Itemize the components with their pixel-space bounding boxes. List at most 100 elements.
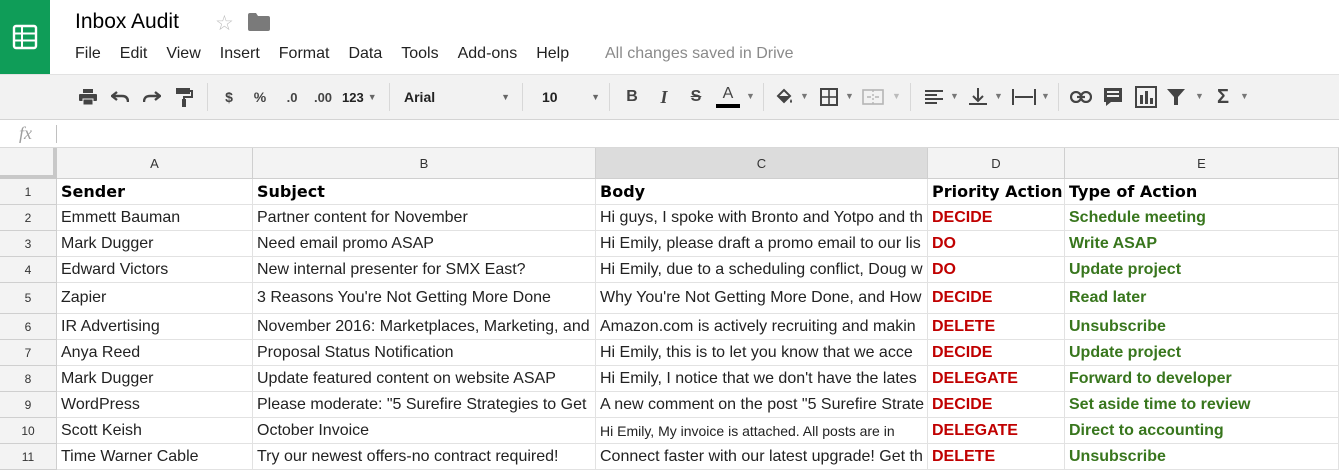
cell-priority-action[interactable]: DELEGATE bbox=[928, 418, 1065, 444]
column-header-e[interactable]: E bbox=[1065, 148, 1339, 179]
star-icon[interactable]: ☆ bbox=[215, 11, 234, 36]
undo-icon[interactable] bbox=[108, 75, 132, 119]
redo-icon[interactable] bbox=[140, 75, 164, 119]
menu-insert[interactable]: Insert bbox=[220, 45, 260, 63]
cell-subject[interactable]: Try our newest offers-no contract requir… bbox=[253, 444, 596, 470]
chevron-down-icon[interactable]: ▼ bbox=[1240, 91, 1249, 101]
cell-priority-action[interactable]: DO bbox=[928, 231, 1065, 257]
cell-body[interactable]: Amazon.com is actively recruiting and ma… bbox=[596, 314, 928, 340]
cell-body[interactable]: Hi Emily, due to a scheduling conflict, … bbox=[596, 257, 928, 283]
cell-subject[interactable]: Proposal Status Notification bbox=[253, 340, 596, 366]
text-color-button[interactable]: A bbox=[715, 75, 741, 119]
align-left-icon[interactable] bbox=[923, 75, 945, 119]
menu-file[interactable]: File bbox=[75, 45, 101, 63]
chevron-down-icon[interactable]: ▼ bbox=[845, 91, 854, 101]
cell-sender[interactable]: Edward Victors bbox=[57, 257, 253, 283]
cell-type-of-action[interactable]: Unsubscribe bbox=[1065, 314, 1339, 340]
column-header-a[interactable]: A bbox=[57, 148, 253, 179]
sheets-logo-icon[interactable] bbox=[0, 0, 50, 74]
row-header-10[interactable]: 10 bbox=[0, 418, 57, 444]
header-cell-priority-action[interactable]: Priority Action bbox=[928, 179, 1065, 205]
cell-sender[interactable]: WordPress bbox=[57, 392, 253, 418]
cell-type-of-action[interactable]: Schedule meeting bbox=[1065, 205, 1339, 231]
row-header-7[interactable]: 7 bbox=[0, 340, 57, 366]
vertical-align-icon[interactable] bbox=[966, 75, 990, 119]
row-header-8[interactable]: 8 bbox=[0, 366, 57, 392]
row-header-5[interactable]: 5 bbox=[0, 283, 57, 314]
row-header-6[interactable]: 6 bbox=[0, 314, 57, 340]
increase-decimals-button[interactable]: .00 bbox=[310, 75, 336, 119]
cell-sender[interactable]: Mark Dugger bbox=[57, 231, 253, 257]
cell-priority-action[interactable]: DO bbox=[928, 257, 1065, 283]
chevron-down-icon[interactable]: ▼ bbox=[746, 91, 755, 101]
fill-color-icon[interactable] bbox=[773, 75, 797, 119]
cell-type-of-action[interactable]: Update project bbox=[1065, 257, 1339, 283]
merge-cells-icon[interactable] bbox=[860, 75, 886, 119]
bold-button[interactable]: B bbox=[622, 75, 642, 119]
menu-edit[interactable]: Edit bbox=[120, 45, 148, 63]
borders-icon[interactable] bbox=[818, 75, 840, 119]
formula-input[interactable] bbox=[62, 120, 1339, 147]
cell-type-of-action[interactable]: Read later bbox=[1065, 283, 1339, 314]
cell-priority-action[interactable]: DECIDE bbox=[928, 205, 1065, 231]
chevron-down-icon[interactable]: ▼ bbox=[1195, 91, 1204, 101]
insert-chart-icon[interactable] bbox=[1133, 75, 1159, 119]
link-icon[interactable] bbox=[1068, 75, 1094, 119]
more-formats-dropdown[interactable]: 123 ▼ bbox=[342, 75, 377, 119]
row-header-1[interactable]: 1 bbox=[0, 179, 57, 205]
font-size-dropdown[interactable]: 10 ▼ bbox=[542, 75, 600, 119]
row-header-3[interactable]: 3 bbox=[0, 231, 57, 257]
cell-subject[interactable]: New internal presenter for SMX East? bbox=[253, 257, 596, 283]
menu-tools[interactable]: Tools bbox=[401, 45, 438, 63]
currency-format-button[interactable]: $ bbox=[219, 75, 239, 119]
menu-view[interactable]: View bbox=[166, 45, 200, 63]
chevron-down-icon[interactable]: ▼ bbox=[892, 91, 901, 101]
row-header-9[interactable]: 9 bbox=[0, 392, 57, 418]
cell-subject[interactable]: Please moderate: "5 Surefire Strategies … bbox=[253, 392, 596, 418]
decrease-decimals-button[interactable]: .0 bbox=[280, 75, 304, 119]
comment-icon[interactable] bbox=[1101, 75, 1125, 119]
print-icon[interactable] bbox=[76, 75, 100, 119]
cell-sender[interactable]: Zapier bbox=[57, 283, 253, 314]
cell-type-of-action[interactable]: Direct to accounting bbox=[1065, 418, 1339, 444]
cell-type-of-action[interactable]: Forward to developer bbox=[1065, 366, 1339, 392]
percent-format-button[interactable]: % bbox=[250, 75, 270, 119]
row-header-4[interactable]: 4 bbox=[0, 257, 57, 283]
cell-sender[interactable]: Emmett Bauman bbox=[57, 205, 253, 231]
row-header-11[interactable]: 11 bbox=[0, 444, 57, 470]
cell-sender[interactable]: Anya Reed bbox=[57, 340, 253, 366]
menu-add-ons[interactable]: Add-ons bbox=[458, 45, 518, 63]
cell-subject[interactable]: 3 Reasons You're Not Getting More Done bbox=[253, 283, 596, 314]
row-header-2[interactable]: 2 bbox=[0, 205, 57, 231]
cell-sender[interactable]: Mark Dugger bbox=[57, 366, 253, 392]
cell-body[interactable]: Hi Emily, I notice that we don't have th… bbox=[596, 366, 928, 392]
column-header-d[interactable]: D bbox=[928, 148, 1065, 179]
cell-subject[interactable]: Need email promo ASAP bbox=[253, 231, 596, 257]
chevron-down-icon[interactable]: ▼ bbox=[950, 91, 959, 101]
text-wrapping-icon[interactable] bbox=[1010, 75, 1038, 119]
cell-type-of-action[interactable]: Update project bbox=[1065, 340, 1339, 366]
cell-body[interactable]: Why You're Not Getting More Done, and Ho… bbox=[596, 283, 928, 314]
strikethrough-button[interactable]: S bbox=[686, 75, 706, 119]
cell-body[interactable]: Hi Emily, this is to let you know that w… bbox=[596, 340, 928, 366]
column-header-b[interactable]: B bbox=[253, 148, 596, 179]
cell-type-of-action[interactable]: Set aside time to review bbox=[1065, 392, 1339, 418]
paint-format-icon[interactable] bbox=[172, 75, 196, 119]
column-header-c[interactable]: C bbox=[596, 148, 928, 179]
cell-body[interactable]: Hi Emily, please draft a promo email to … bbox=[596, 231, 928, 257]
cell-priority-action[interactable]: DECIDE bbox=[928, 392, 1065, 418]
menu-help[interactable]: Help bbox=[536, 45, 569, 63]
cell-sender[interactable]: Time Warner Cable bbox=[57, 444, 253, 470]
document-title[interactable]: Inbox Audit bbox=[75, 10, 179, 34]
italic-button[interactable]: I bbox=[654, 75, 674, 119]
cell-subject[interactable]: Partner content for November bbox=[253, 205, 596, 231]
cell-sender[interactable]: Scott Keish bbox=[57, 418, 253, 444]
cell-subject[interactable]: November 2016: Marketplaces, Marketing, … bbox=[253, 314, 596, 340]
cell-type-of-action[interactable]: Unsubscribe bbox=[1065, 444, 1339, 470]
cell-sender[interactable]: IR Advertising bbox=[57, 314, 253, 340]
cell-priority-action[interactable]: DECIDE bbox=[928, 340, 1065, 366]
folder-icon[interactable] bbox=[248, 13, 270, 36]
cell-body[interactable]: Connect faster with our latest upgrade! … bbox=[596, 444, 928, 470]
header-cell-subject[interactable]: Subject bbox=[253, 179, 596, 205]
header-cell-sender[interactable]: Sender bbox=[57, 179, 253, 205]
